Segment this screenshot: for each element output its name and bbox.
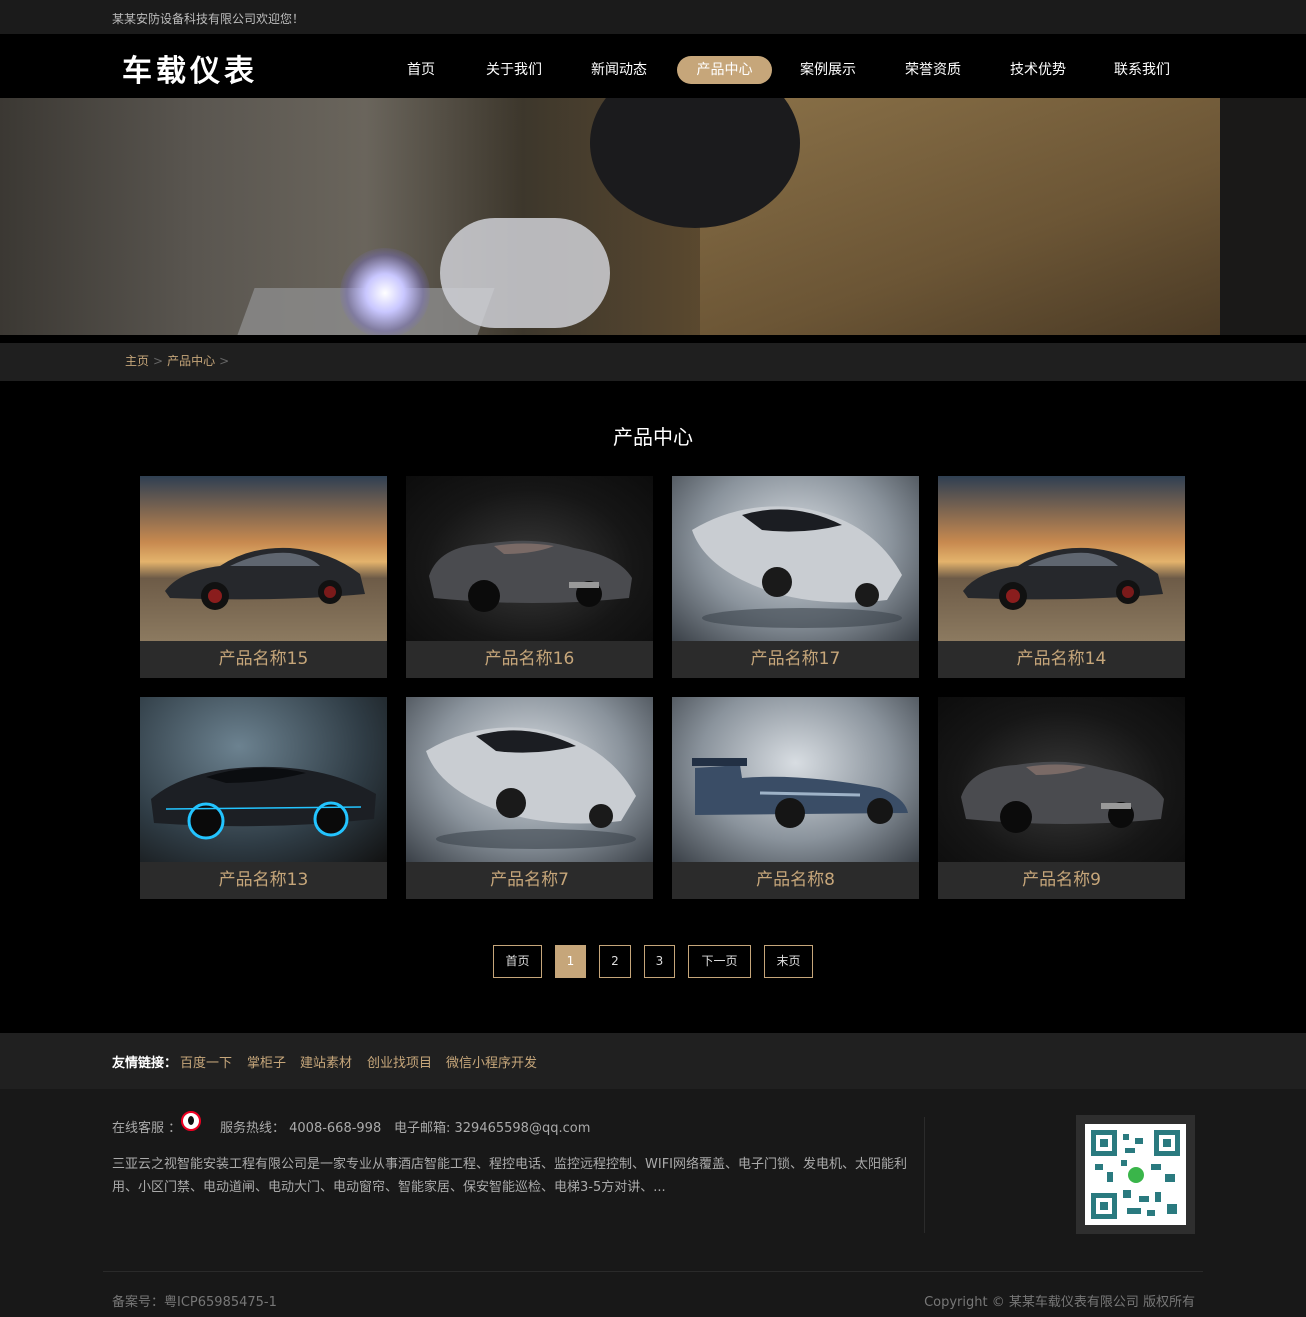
banner-glove — [440, 218, 610, 328]
product-card[interactable]: 产品名称9 — [938, 697, 1185, 899]
product-image-concept-roadster-dark[interactable] — [938, 697, 1185, 862]
company-description: 三亚云之视智能安装工程有限公司是一家专业从事酒店智能工程、程控电话、监控远程控制… — [112, 1157, 908, 1195]
page-title: 产品中心 — [613, 425, 693, 449]
product-image-silver-supercar[interactable] — [406, 697, 653, 862]
banner-shadow — [1220, 98, 1306, 335]
product-image-concept-roadster-dark[interactable] — [406, 476, 653, 641]
welcome-text: 某某安防设备科技有限公司欢迎您！ — [112, 12, 305, 26]
email-text: 电子邮箱: 329465598@qq.com — [394, 1121, 591, 1136]
qr-code-icon — [1091, 1130, 1180, 1219]
product-name[interactable]: 产品名称7 — [406, 862, 653, 899]
header: 车载仪表 首页 关于我们 新闻动态 产品中心 案例展示 荣誉资质 技术优势 联系… — [0, 34, 1306, 98]
pager-page-2[interactable]: 2 — [599, 945, 631, 978]
pagination: 首页 1 2 3 下一页 末页 — [0, 945, 1306, 978]
product-name[interactable]: 产品名称17 — [672, 641, 919, 678]
product-image-sports-car-sunset[interactable] — [140, 476, 387, 641]
product-image-race-car[interactable] — [672, 697, 919, 862]
banner-weld-spark — [340, 248, 430, 335]
hero-banner-welding — [0, 98, 1306, 335]
product-image-neon-supercar[interactable] — [140, 697, 387, 862]
nav-item-home[interactable]: 首页 — [394, 56, 448, 84]
friend-link[interactable]: 微信小程序开发 — [446, 1052, 537, 1071]
product-card[interactable]: 产品名称17 — [672, 476, 919, 678]
nav-item-about[interactable]: 关于我们 — [472, 56, 556, 84]
product-card[interactable]: 产品名称14 — [938, 476, 1185, 678]
main-nav: 首页 关于我们 新闻动态 产品中心 案例展示 荣誉资质 技术优势 联系我们 — [0, 34, 1306, 98]
footer-divider — [924, 1117, 925, 1233]
product-card[interactable]: 产品名称7 — [406, 697, 653, 899]
product-card[interactable]: 产品名称8 — [672, 697, 919, 899]
pager-first-button[interactable]: 首页 — [493, 945, 542, 978]
product-grid: 产品名称15 产品名称16 产品名称17 产品名称14 产品名称13 产品名称7 — [140, 476, 1186, 900]
nav-item-news[interactable]: 新闻动态 — [577, 56, 661, 84]
product-name[interactable]: 产品名称8 — [672, 862, 919, 899]
nav-item-contact[interactable]: 联系我们 — [1100, 56, 1184, 84]
copyright-text: Copyright © 某某车载仪表有限公司 版权所有 — [924, 1295, 1195, 1310]
top-bar: 某某安防设备科技有限公司欢迎您！ — [0, 0, 1306, 34]
product-name[interactable]: 产品名称14 — [938, 641, 1185, 678]
friend-link[interactable]: 创业找项目 — [367, 1052, 432, 1071]
icp-number[interactable]: 备案号：粤ICP65985475-1 — [112, 1291, 277, 1310]
friend-links-label: 友情链接： — [112, 1056, 178, 1071]
product-card[interactable]: 产品名称15 — [140, 476, 387, 678]
breadcrumb-bar: 主页 > 产品中心 > — [0, 343, 1306, 381]
breadcrumb-separator: > — [219, 354, 230, 368]
friend-links-bar: 友情链接： 百度一下 掌柜子 建站素材 创业找项目 微信小程序开发 — [0, 1033, 1306, 1089]
product-card[interactable]: 产品名称16 — [406, 476, 653, 678]
pager-last-button[interactable]: 末页 — [764, 945, 813, 978]
product-name[interactable]: 产品名称16 — [406, 641, 653, 678]
pager-page-3[interactable]: 3 — [644, 945, 675, 978]
footer: 在线客服 ： 服务热线： 4008-668-998 电子邮箱: 32946559… — [0, 1089, 1306, 1317]
nav-item-cases[interactable]: 案例展示 — [786, 56, 870, 84]
online-service-label: 在线客服 ： — [112, 1121, 182, 1136]
breadcrumb-current[interactable]: 产品中心 — [167, 354, 215, 368]
nav-item-honors[interactable]: 荣誉资质 — [891, 56, 975, 84]
pager-next-button[interactable]: 下一页 — [688, 945, 751, 978]
friend-link[interactable]: 掌柜子 — [247, 1052, 286, 1071]
product-image-sports-car-sunset[interactable] — [938, 476, 1185, 641]
nav-item-technology[interactable]: 技术优势 — [996, 56, 1080, 84]
product-name[interactable]: 产品名称15 — [140, 641, 387, 678]
breadcrumb-separator: > — [153, 354, 164, 368]
wechat-qr-code — [1076, 1115, 1195, 1234]
product-name[interactable]: 产品名称9 — [938, 862, 1185, 899]
product-card[interactable]: 产品名称13 — [140, 697, 387, 899]
hotline-text: 服务热线： 4008-668-998 — [220, 1121, 382, 1136]
nav-item-products[interactable]: 产品中心 — [677, 56, 772, 84]
product-name[interactable]: 产品名称13 — [140, 862, 387, 899]
product-image-silver-supercar[interactable] — [672, 476, 919, 641]
pager-page-1[interactable]: 1 — [555, 945, 586, 978]
footer-separator — [103, 1271, 1203, 1272]
friend-link[interactable]: 百度一下 — [180, 1052, 232, 1071]
qq-icon[interactable] — [181, 1111, 201, 1131]
breadcrumb: 主页 > 产品中心 > — [125, 352, 233, 369]
friend-link[interactable]: 建站素材 — [300, 1052, 352, 1071]
breadcrumb-home[interactable]: 主页 — [125, 354, 149, 368]
